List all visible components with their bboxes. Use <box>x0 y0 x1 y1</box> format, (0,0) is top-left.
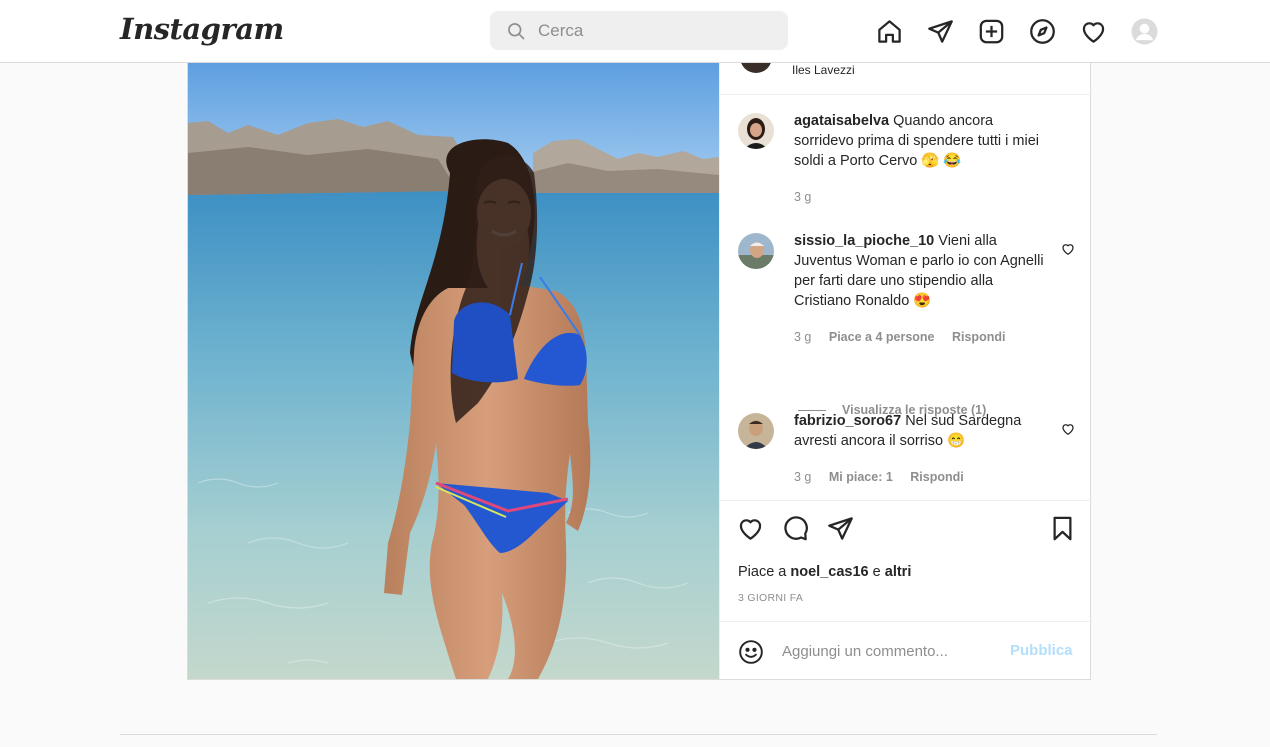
commenter-avatar[interactable] <box>738 233 774 269</box>
comment-like-icon[interactable] <box>1061 422 1075 436</box>
likes-user-link[interactable]: noel_cas16 <box>790 564 868 580</box>
search-input[interactable] <box>538 11 778 50</box>
activity-button[interactable] <box>1078 16 1108 46</box>
owner-avatar[interactable] <box>740 63 772 73</box>
comment-meta: 3 g <box>794 190 825 204</box>
comment-username[interactable]: sissio_la_pioche_10 <box>794 233 934 249</box>
comment-time[interactable]: 3 g <box>794 190 811 204</box>
search-box[interactable] <box>490 11 788 50</box>
comment-icon <box>784 516 808 541</box>
beach-photo-illustration <box>188 63 719 679</box>
comment-username[interactable]: fabrizio_soro67 <box>794 413 901 429</box>
new-post-icon <box>979 19 1003 43</box>
likes-conj: e <box>872 564 881 580</box>
post-actions: Piace a noel_cas16 e altri 3 GIORNI FA <box>720 500 1092 621</box>
comments-list[interactable]: agataisabelva Quando ancora sorridevo pr… <box>720 96 1092 500</box>
publish-button[interactable]: Pubblica <box>1010 642 1073 659</box>
profile-avatar-icon <box>1130 17 1158 45</box>
add-comment-bar: Pubblica <box>720 621 1092 679</box>
heart-icon <box>739 519 762 540</box>
share-button[interactable] <box>827 515 855 543</box>
home-button[interactable] <box>874 16 904 46</box>
comment-meta: 3 g Piace a 4 persone Rispondi <box>794 330 1019 344</box>
comment-input[interactable] <box>782 636 1002 666</box>
post-owner-header: Iles Lavezzi <box>720 63 1092 95</box>
post-side-panel: Iles Lavezzi agataisabelva Quando ancora… <box>719 63 1092 679</box>
post-card: Iles Lavezzi agataisabelva Quando ancora… <box>187 63 1092 680</box>
footer-divider <box>120 734 1157 735</box>
new-post-button[interactable] <box>976 16 1006 46</box>
post-location[interactable]: Iles Lavezzi <box>792 63 855 77</box>
comment-text: sissio_la_pioche_10 Vieni alla Juventus … <box>794 231 1044 311</box>
bookmark-icon <box>1053 516 1072 541</box>
emoji-icon[interactable] <box>738 639 764 665</box>
like-button[interactable] <box>737 515 765 543</box>
comment-time[interactable]: 3 g <box>794 330 811 344</box>
explore-button[interactable] <box>1027 16 1057 46</box>
comment-button[interactable] <box>782 515 810 543</box>
top-navigation-bar: Instagram <box>0 0 1270 63</box>
comment-likes-count[interactable]: Mi piace: 1 <box>829 470 893 484</box>
likes-summary: Piace a noel_cas16 e altri <box>738 564 911 580</box>
home-icon <box>877 19 901 43</box>
profile-button[interactable] <box>1129 16 1159 46</box>
reply-button[interactable]: Rispondi <box>952 330 1005 344</box>
post-photo[interactable] <box>188 63 719 679</box>
explore-icon <box>1029 18 1055 44</box>
comment-text: agataisabelva Quando ancora sorridevo pr… <box>794 111 1044 171</box>
reply-button[interactable]: Rispondi <box>910 470 963 484</box>
comment-like-icon[interactable] <box>1061 242 1075 256</box>
instagram-logo[interactable]: Instagram <box>120 12 284 46</box>
direct-icon <box>927 19 953 43</box>
commenter-avatar[interactable] <box>738 413 774 449</box>
direct-messages-button[interactable] <box>925 16 955 46</box>
direct-icon <box>828 517 853 540</box>
commenter-avatar[interactable] <box>738 113 774 149</box>
save-button[interactable] <box>1049 515 1077 543</box>
post-date[interactable]: 3 GIORNI FA <box>738 592 803 604</box>
comment-likes-count[interactable]: Piace a 4 persone <box>829 330 935 344</box>
comment-text: fabrizio_soro67 Nel sud Sardegna avresti… <box>794 411 1044 451</box>
heart-icon <box>1082 21 1104 43</box>
comment-username[interactable]: agataisabelva <box>794 113 889 129</box>
comment-time[interactable]: 3 g <box>794 470 811 484</box>
likes-prefix: Piace a <box>738 564 787 580</box>
search-icon <box>508 23 525 40</box>
comment-meta: 3 g Mi piace: 1 Rispondi <box>794 470 978 484</box>
likes-others-link[interactable]: altri <box>885 564 912 580</box>
